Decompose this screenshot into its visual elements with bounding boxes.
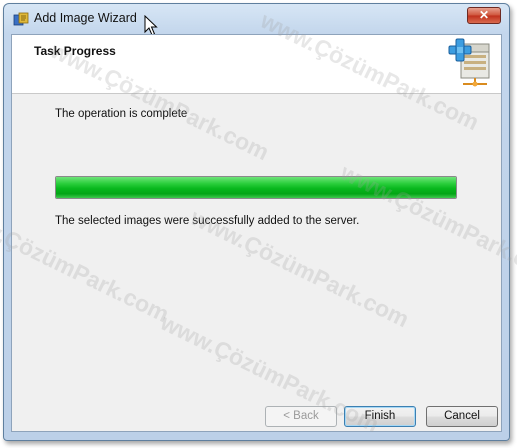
title-bar[interactable]: Add Image Wizard ✕ bbox=[4, 4, 509, 36]
progress-bar-fill bbox=[56, 177, 456, 198]
close-icon: ✕ bbox=[478, 8, 490, 22]
wizard-header: Task Progress bbox=[12, 35, 501, 94]
wizard-app-icon bbox=[13, 12, 29, 26]
operation-status-text: The operation is complete bbox=[55, 108, 188, 120]
wizard-window: Add Image Wizard ✕ Task Progress The ope… bbox=[3, 3, 510, 441]
server-add-icon bbox=[448, 38, 490, 87]
page-title: Task Progress bbox=[34, 44, 116, 58]
close-button[interactable]: ✕ bbox=[467, 7, 501, 24]
cancel-button[interactable]: Cancel bbox=[426, 406, 498, 427]
window-title: Add Image Wizard bbox=[34, 11, 137, 25]
back-button[interactable]: < Back bbox=[265, 406, 337, 427]
progress-bar bbox=[55, 176, 457, 199]
finish-button[interactable]: Finish bbox=[344, 406, 416, 427]
result-message: The selected images were successfully ad… bbox=[55, 215, 360, 227]
wizard-client-area: Task Progress The operation is complete … bbox=[11, 34, 502, 432]
